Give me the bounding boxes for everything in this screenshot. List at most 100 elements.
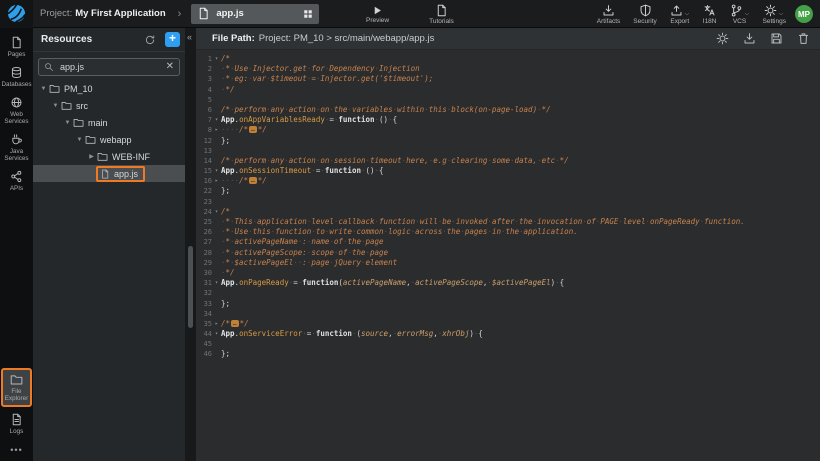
sidebar-item-file-explorer[interactable]: FileExplorer — [1, 368, 32, 407]
i18n-icon — [703, 4, 716, 17]
fold-gutter — [212, 268, 221, 278]
code-line: 22 }; — [196, 186, 820, 196]
settings-button[interactable] — [716, 32, 729, 45]
file-icon — [197, 7, 210, 20]
fold-gutter — [212, 309, 221, 319]
clear-search-icon[interactable]: ✕ — [166, 62, 174, 72]
code-line: 2 ·*·Use·Injector.get·for·Dependency·Inj… — [196, 64, 820, 74]
tree-item-webapp[interactable]: ▼ webapp — [33, 131, 185, 148]
line-number: 6 — [196, 105, 212, 115]
fold-closed-icon[interactable]: ▸ — [212, 125, 221, 135]
fold-open-icon[interactable]: ▾ — [212, 329, 221, 339]
preview-button[interactable]: Preview — [366, 0, 389, 28]
highlight-box: app.js — [96, 166, 145, 182]
line-number: 28 — [196, 248, 212, 258]
refresh-icon[interactable] — [144, 34, 156, 46]
line-number: 8 — [196, 125, 212, 135]
download-button[interactable] — [743, 32, 756, 45]
sidebar-item-databases[interactable]: Databases — [1, 66, 32, 88]
sidebar-item-label: APIs — [10, 185, 23, 192]
expand-arrow-icon[interactable]: ▶ — [87, 153, 96, 160]
tree-item-src[interactable]: ▼ src — [33, 97, 185, 114]
tree-item-app.js[interactable]: app.js — [33, 165, 185, 182]
code-text: App.onAppVariablesReady·=·function·()·{ — [221, 115, 820, 125]
code-line: 27 ·*·activePageName·:·name·of·the·page — [196, 237, 820, 247]
fold-open-icon[interactable]: ▾ — [212, 115, 221, 125]
line-number: 12 — [196, 136, 212, 146]
tree-item-main[interactable]: ▼ main — [33, 114, 185, 131]
code-text: ·*/ — [221, 85, 820, 95]
resources-panel: Resources + ✕ ▼ PM_10 ▼ src ▼ main ▼ web… — [33, 28, 185, 461]
code-line: 7 ▾ App.onAppVariablesReady·=·function·(… — [196, 115, 820, 125]
fold-gutter — [212, 227, 221, 237]
file-icon — [100, 169, 110, 179]
button-label: Tutorials — [429, 18, 454, 25]
avatar[interactable]: MP — [795, 5, 813, 23]
fold-open-icon[interactable]: ▾ — [212, 54, 221, 64]
left-icon-rail: Pages Databases WebServices JavaServices… — [0, 28, 33, 461]
code-text: ·*·Use·Injector.get·for·Dependency·Injec… — [221, 64, 820, 74]
collapse-arrow-icon[interactable]: ▼ — [63, 120, 72, 126]
fold-open-icon[interactable]: ▾ — [212, 166, 221, 176]
security-icon — [639, 4, 652, 17]
i18n-button[interactable]: I18N — [703, 4, 717, 25]
sidebar-item-logs[interactable]: Logs — [1, 413, 32, 435]
collapse-arrow-icon[interactable]: ▼ — [39, 86, 48, 92]
code-text: App.onPageReady·=·function(activePageNam… — [221, 278, 820, 288]
tutorials-button[interactable]: Tutorials — [429, 0, 454, 28]
fold-open-icon[interactable]: ▾ — [212, 278, 221, 288]
export-icon — [670, 4, 683, 17]
fold-closed-icon[interactable]: ▸ — [212, 176, 221, 186]
code-line: 34 — [196, 309, 820, 319]
fold-open-icon[interactable]: ▾ — [212, 207, 221, 217]
resources-scrollbar-thumb[interactable] — [188, 246, 193, 328]
tree-item-web-inf[interactable]: ▶ WEB-INF — [33, 148, 185, 165]
collapse-arrow-icon[interactable]: ▼ — [51, 103, 60, 109]
collapse-arrow-icon[interactable]: ▼ — [75, 137, 84, 143]
search-input[interactable] — [58, 61, 162, 73]
line-number: 26 — [196, 227, 212, 237]
line-number: 14 — [196, 156, 212, 166]
chevron-right-icon: › — [178, 8, 182, 20]
sidebar-item-apis[interactable]: APIs — [1, 170, 32, 192]
code-line: 31 ▾ App.onPageReady·=·function(activePa… — [196, 278, 820, 288]
tab-appjs[interactable]: app.js — [191, 4, 319, 24]
topbar-right-actions: Artifacts Security Export I18N VCS Setti… — [597, 0, 786, 28]
line-number: 4 — [196, 85, 212, 95]
code-line: 13 — [196, 146, 820, 156]
delete-button[interactable] — [797, 32, 810, 45]
fold-gutter — [212, 64, 221, 74]
sidebar-item-java-services[interactable]: JavaServices — [1, 133, 32, 162]
folded-code-pill[interactable]: … — [249, 126, 257, 133]
vcs-button[interactable]: VCS — [730, 4, 750, 25]
settings-button[interactable]: Settings — [763, 4, 787, 25]
export-button[interactable]: Export — [670, 4, 690, 25]
sidebar-more-button[interactable]: ••• — [10, 445, 22, 455]
fold-gutter — [212, 349, 221, 359]
sidebar-item-pages[interactable]: Pages — [1, 36, 32, 58]
project-name: My First Application — [75, 8, 165, 19]
save-button[interactable] — [770, 32, 783, 45]
button-label: Export — [670, 18, 689, 25]
artifacts-button[interactable]: Artifacts — [597, 4, 620, 25]
security-button[interactable]: Security — [633, 4, 656, 25]
collapse-panel-button[interactable]: « — [187, 33, 192, 42]
line-number: 2 — [196, 64, 212, 74]
code-text: }; — [221, 349, 820, 359]
sidebar-item-web-services[interactable]: WebServices — [1, 96, 32, 125]
fold-gutter — [212, 156, 221, 166]
fold-gutter — [212, 248, 221, 258]
code-text: ····/*…*/ — [221, 125, 820, 135]
databases-icon — [10, 66, 23, 79]
folded-code-pill[interactable]: … — [249, 177, 257, 184]
wavemaker-logo-icon — [0, 0, 33, 28]
add-resource-button[interactable]: + — [165, 32, 180, 47]
folded-code-pill[interactable]: … — [231, 320, 239, 327]
code-text: ·*/ — [221, 268, 820, 278]
grid-icon[interactable] — [303, 9, 313, 19]
fold-closed-icon[interactable]: ▸ — [212, 319, 221, 329]
line-number: 34 — [196, 309, 212, 319]
tree-item-pm_10[interactable]: ▼ PM_10 — [33, 80, 185, 97]
project-label: Project: — [40, 8, 72, 19]
line-number: 13 — [196, 146, 212, 156]
